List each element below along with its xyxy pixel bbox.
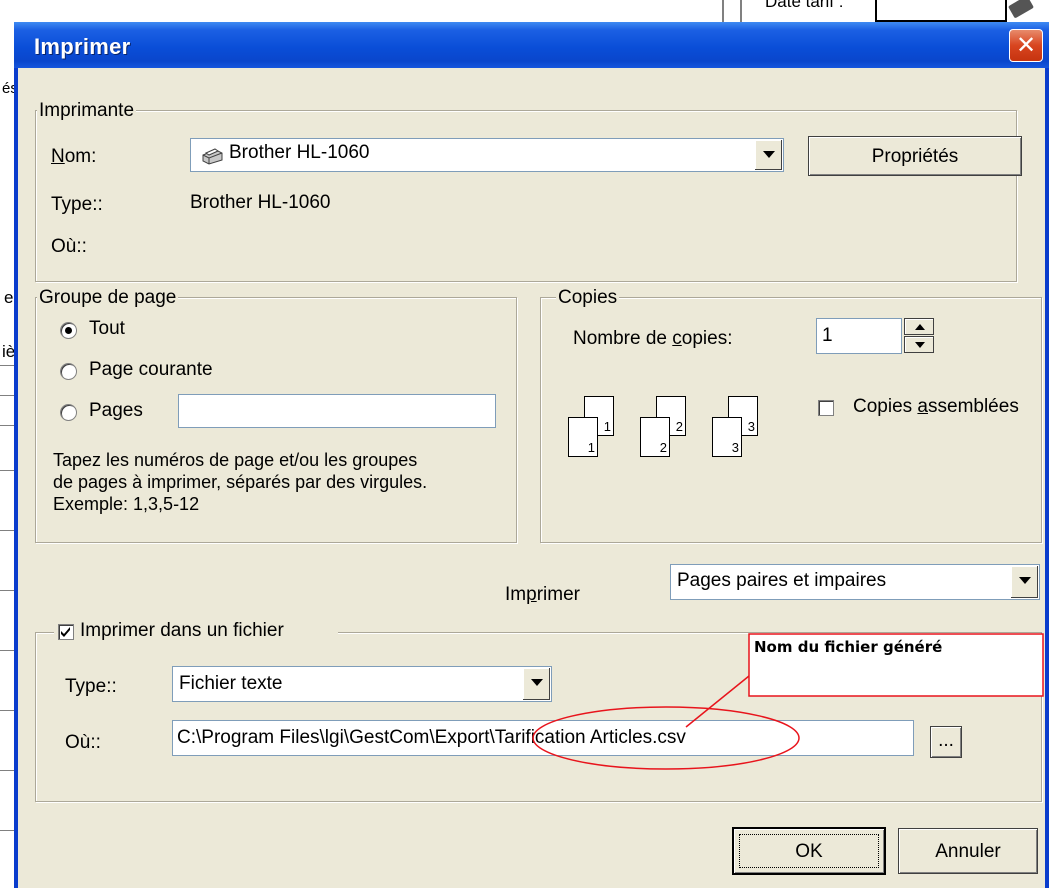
print-dialog: Imprimer ✕ Imprimante Nom: Brother HL-10… [14,22,1049,888]
radio-pages[interactable] [60,404,77,421]
print-range-label: Imprimer [505,584,580,605]
title-bar[interactable]: Imprimer ✕ [14,22,1049,68]
collate-page-icon: 2 [640,417,670,457]
collate-checkbox-label[interactable]: Copies assemblées [853,396,1019,418]
print-to-file-label[interactable]: Imprimer dans un fichier [80,620,284,642]
print-range-value: Pages paires et impaires [677,570,887,591]
file-type-dropdown-button[interactable] [522,668,550,700]
browse-button[interactable]: ... [930,726,962,758]
cancel-button[interactable]: Annuler [898,828,1038,874]
chevron-down-icon [1019,577,1031,584]
collate-checkbox[interactable] [818,400,834,416]
printer-type-label: Type:: [51,194,103,215]
close-icon: ✕ [1015,31,1037,59]
annotation-text: Nom du fichier généré [754,638,943,656]
file-path-input[interactable]: C:\Program Files\lgi\GestCom\Export\Tari… [172,720,914,756]
spin-down-button[interactable] [904,336,934,353]
chevron-up-icon [915,324,925,330]
print-to-file-checkbox[interactable] [58,624,74,640]
copies-spinner[interactable] [904,318,934,354]
radio-pages-label[interactable]: Pages [89,400,143,422]
copies-count-input[interactable]: 1 [816,318,902,354]
radio-current-page[interactable] [60,363,77,380]
background-date-field [875,0,1007,22]
checkmark-icon [61,627,70,637]
dialog-body: Imprimante Nom: Brother HL-1060 Propriét… [18,68,1045,888]
close-button[interactable]: ✕ [1009,29,1043,62]
radio-all-pages[interactable] [60,322,77,339]
printer-name-combobox[interactable]: Brother HL-1060 [190,138,784,172]
printer-where-label: Où:: [51,236,87,257]
file-type-label: Type:: [65,676,117,697]
page-help-line: Tapez les numéros de page et/ou les grou… [53,450,418,470]
file-type-combobox[interactable]: Fichier texte [172,666,552,702]
copies-count-value: 1 [822,325,833,346]
page-group-label: Groupe de page [37,287,179,309]
page-help-line: de pages à imprimer, séparés par des vir… [53,472,428,492]
file-type-value: Fichier texte [179,673,283,694]
printer-name-dropdown-button[interactable] [754,140,782,170]
chevron-down-icon [915,342,925,348]
copies-count-label: Nombre de copies: [573,328,733,349]
file-where-label: Où:: [65,732,101,753]
cancel-button-label: Annuler [935,841,1001,862]
radio-all-pages-label[interactable]: Tout [89,318,125,340]
printer-icon [200,146,223,165]
printer-type-value: Brother HL-1060 [190,192,331,213]
printer-group-label: Imprimante [37,100,137,122]
chevron-down-icon [531,679,543,686]
properties-button-label: Propriétés [871,146,959,167]
pages-input[interactable] [178,394,496,428]
ok-button[interactable]: OK [733,828,885,874]
background-date-label: Date tarif : [765,0,844,11]
printer-name-label: Nom: [51,146,97,167]
printer-name-value: Brother HL-1060 [229,142,370,163]
spin-up-button[interactable] [904,318,934,335]
file-path-value: C:\Program Files\lgi\GestCom\Export\Tari… [177,727,686,748]
chevron-down-icon [763,151,775,158]
page-help-line: Exemple: 1,3,5-12 [53,494,200,514]
pencil-icon [1007,0,1035,19]
properties-button[interactable]: Propriétés [808,136,1022,176]
print-to-file-group [35,632,1042,802]
print-range-combobox[interactable]: Pages paires et impaires [670,564,1040,600]
collate-page-icon: 3 [712,417,742,457]
radio-current-page-label[interactable]: Page courante [89,359,213,381]
background-text: e [4,288,14,307]
dialog-title: Imprimer [34,34,131,59]
collate-page-icon: 1 [568,417,598,457]
browse-button-label: ... [938,730,954,751]
print-range-dropdown-button[interactable] [1010,566,1038,598]
ok-focus-rect [739,834,879,868]
copies-group-label: Copies [556,287,620,309]
radio-selected-dot [65,327,72,334]
